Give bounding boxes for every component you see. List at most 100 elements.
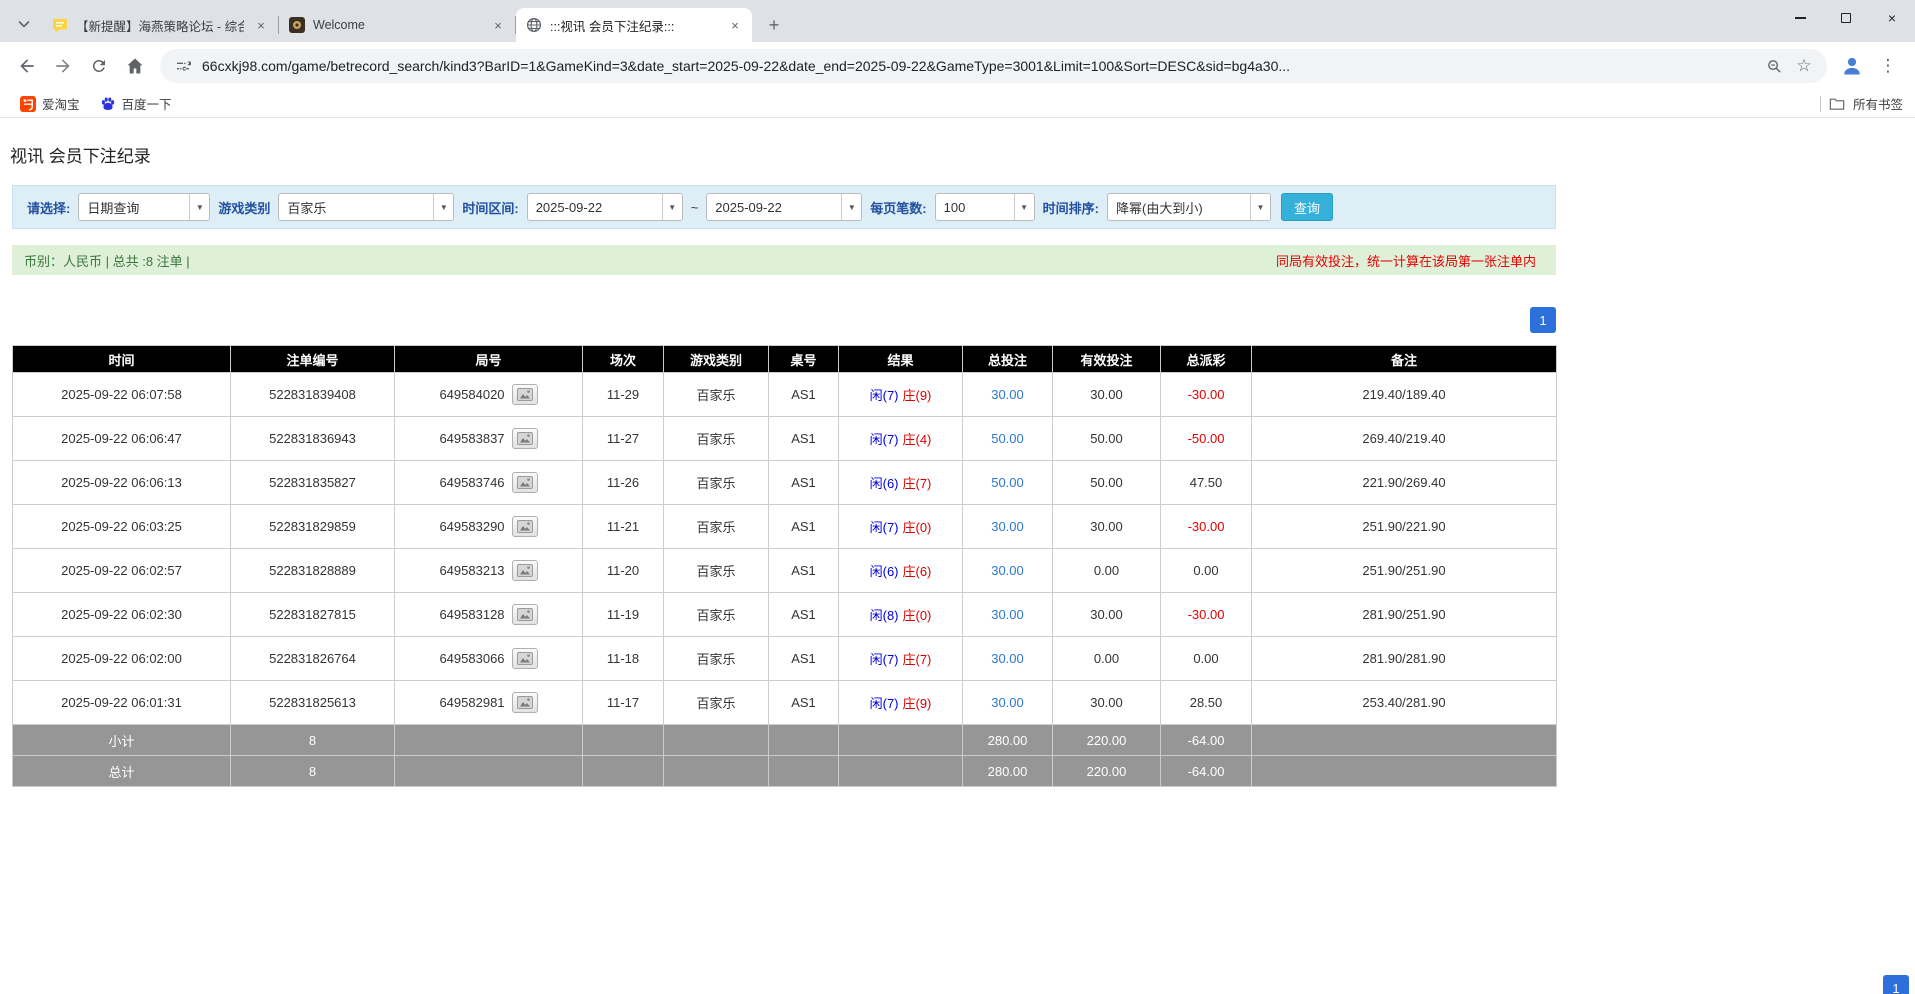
cell-valid-bet: 50.00: [1053, 461, 1161, 505]
page-1-button-bottom[interactable]: 1: [1883, 975, 1909, 994]
cell-total-bet[interactable]: 30.00: [963, 637, 1053, 681]
date-end-select[interactable]: 2025-09-22 ▼: [706, 193, 862, 221]
cell-game-type: 百家乐: [664, 549, 769, 593]
url-bar[interactable]: 66cxkj98.com/game/betrecord_search/kind3…: [160, 49, 1827, 83]
cell-bet-id: 522831828889: [231, 549, 395, 593]
home-icon[interactable]: [118, 49, 152, 83]
cell-note: 281.90/251.90: [1252, 593, 1557, 637]
chevron-down-icon[interactable]: ▼: [189, 194, 209, 220]
tab-close-icon[interactable]: ×: [252, 16, 270, 34]
round-video-icon[interactable]: [512, 516, 538, 537]
bookmark-taobao[interactable]: 爱淘宝: [12, 91, 88, 116]
cell-bet-id: 522831827815: [231, 593, 395, 637]
tab-bet-records-active[interactable]: :::视讯 会员下注纪录::: ×: [516, 8, 752, 42]
round-video-icon[interactable]: [512, 560, 538, 581]
cell-total-bet[interactable]: 30.00: [963, 549, 1053, 593]
zoom-icon[interactable]: [1763, 55, 1785, 77]
cell-time: 2025-09-22 06:06:47: [13, 417, 231, 461]
cell-game-type: 百家乐: [664, 637, 769, 681]
cell-total-bet[interactable]: 50.00: [963, 417, 1053, 461]
refresh-icon[interactable]: [82, 49, 116, 83]
minimize-button[interactable]: [1777, 0, 1823, 36]
chevron-down-icon[interactable]: ▼: [433, 194, 453, 220]
cell-note: 253.40/281.90: [1252, 681, 1557, 725]
cell-bet-id: 522831839408: [231, 373, 395, 417]
cell-session: 11-26: [583, 461, 664, 505]
select-type-label: 请选择:: [27, 198, 70, 217]
round-video-icon[interactable]: [512, 648, 538, 669]
player-result: 闲(7): [870, 696, 899, 711]
cell-table-no: AS1: [769, 505, 839, 549]
chevron-down-icon[interactable]: ▼: [662, 194, 682, 220]
cell-result: 闲(7)庄(0): [839, 505, 963, 549]
cell-time: 2025-09-22 06:01:31: [13, 681, 231, 725]
sort-order-select[interactable]: 降幂(由大到小) ▼: [1107, 193, 1271, 221]
browser-menu-icon[interactable]: ⋮: [1871, 49, 1905, 83]
round-id-text: 649583290: [439, 519, 504, 534]
round-video-icon[interactable]: [512, 692, 538, 713]
cell-result: 闲(7)庄(9): [839, 373, 963, 417]
cell-empty: [839, 756, 963, 787]
cell-round-id: 649583837: [395, 417, 583, 461]
taobao-icon: [20, 96, 36, 112]
cell-total-bet[interactable]: 30.00: [963, 505, 1053, 549]
cell-valid-bet: 30.00: [1053, 593, 1161, 637]
column-header: 总派彩: [1161, 346, 1252, 373]
cell-time: 2025-09-22 06:02:57: [13, 549, 231, 593]
tab-close-icon[interactable]: ×: [489, 16, 507, 34]
new-tab-button[interactable]: +: [760, 11, 788, 39]
chevron-down-icon[interactable]: ▼: [1014, 194, 1034, 220]
bookmark-star-icon[interactable]: ☆: [1793, 55, 1815, 77]
url-text[interactable]: 66cxkj98.com/game/betrecord_search/kind3…: [202, 58, 1755, 74]
chevron-down-icon[interactable]: ▼: [841, 194, 861, 220]
forward-icon[interactable]: [46, 49, 80, 83]
profile-avatar-icon[interactable]: [1835, 49, 1869, 83]
cell-payout: -30.00: [1161, 593, 1252, 637]
page-size-select[interactable]: 100 ▼: [935, 193, 1035, 221]
sort-order-label: 时间排序:: [1043, 198, 1099, 217]
cell-bet-id: 522831829859: [231, 505, 395, 549]
subtotal-label: 小计: [13, 725, 231, 756]
game-type-select[interactable]: 百家乐 ▼: [278, 193, 454, 221]
round-video-icon[interactable]: [512, 428, 538, 449]
query-type-select[interactable]: 日期查询 ▼: [78, 193, 210, 221]
close-button[interactable]: ×: [1869, 0, 1915, 36]
date-start-select[interactable]: 2025-09-22 ▼: [527, 193, 683, 221]
column-header: 总投注: [963, 346, 1053, 373]
maximize-button[interactable]: [1823, 0, 1869, 36]
round-video-icon[interactable]: [512, 384, 538, 405]
baidu-icon: [100, 96, 116, 112]
page-size-label: 每页笔数:: [870, 198, 926, 217]
player-result: 闲(7): [870, 520, 899, 535]
cell-note: 281.90/281.90: [1252, 637, 1557, 681]
search-button[interactable]: 查询: [1281, 193, 1333, 221]
tab-close-icon[interactable]: ×: [726, 16, 744, 34]
cell-table-no: AS1: [769, 593, 839, 637]
cell-empty: [769, 756, 839, 787]
tab-forum[interactable]: 【新提醒】海燕策略论坛 - 综合 ×: [42, 8, 278, 42]
round-video-icon[interactable]: [512, 472, 538, 493]
tab-search-icon[interactable]: [10, 10, 38, 38]
cell-empty: [1252, 725, 1557, 756]
page-1-button[interactable]: 1: [1530, 307, 1556, 333]
cell-result: 闲(8)庄(0): [839, 593, 963, 637]
cell-total-bet[interactable]: 30.00: [963, 373, 1053, 417]
chevron-down-icon[interactable]: ▼: [1250, 194, 1270, 220]
cell-total-bet[interactable]: 30.00: [963, 593, 1053, 637]
back-icon[interactable]: [10, 49, 44, 83]
cell-time: 2025-09-22 06:03:25: [13, 505, 231, 549]
cell-total-bet[interactable]: 50.00: [963, 461, 1053, 505]
all-bookmarks-label[interactable]: 所有书签: [1853, 94, 1903, 113]
bookmark-baidu[interactable]: 百度一下: [92, 91, 180, 116]
column-header: 局号: [395, 346, 583, 373]
column-header: 备注: [1252, 346, 1557, 373]
cell-bet-id: 522831826764: [231, 637, 395, 681]
cell-empty: [664, 756, 769, 787]
round-video-icon[interactable]: [512, 604, 538, 625]
cell-result: 闲(7)庄(7): [839, 637, 963, 681]
window-controls: ×: [1777, 0, 1915, 36]
site-settings-icon[interactable]: [172, 55, 194, 77]
cell-total-bet[interactable]: 30.00: [963, 681, 1053, 725]
tab-welcome[interactable]: Welcome ×: [279, 8, 515, 42]
column-header: 结果: [839, 346, 963, 373]
